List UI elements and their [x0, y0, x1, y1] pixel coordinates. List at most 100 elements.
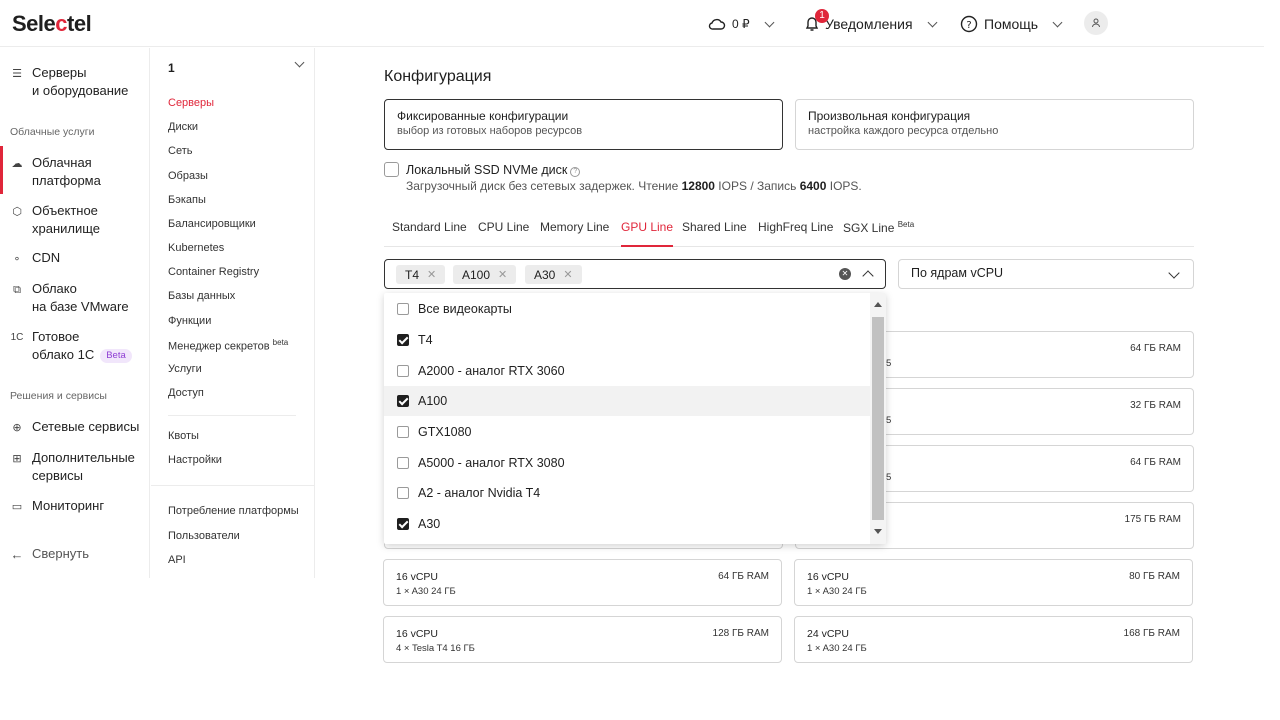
subnav-item-kubernetes[interactable]: Kubernetes	[168, 242, 224, 254]
option-checkbox[interactable]	[397, 426, 409, 438]
subnav-item-backups[interactable]: Бэкапы	[168, 194, 206, 206]
cdn-icon: ∘	[13, 253, 21, 265]
custom-config-option[interactable]: Произвольная конфигурация настройка кажд…	[795, 99, 1194, 150]
server-ram: 128 ГБ RAM	[712, 628, 769, 639]
option-label: Все видеокарты	[418, 302, 512, 316]
sidebar-item-object-storage[interactable]: ⬡ Объектное хранилище	[10, 202, 100, 238]
collapse-sidebar-button[interactable]: ← Свернуть	[10, 545, 90, 564]
sidebar-item-1c-cloud[interactable]: 1С Готовое облако 1С Beta	[10, 328, 132, 364]
read-iops: 12800	[681, 179, 715, 193]
subnav-item-access[interactable]: Доступ	[168, 387, 204, 399]
subnav-item-platform-usage[interactable]: Потребление платформы	[168, 505, 299, 517]
scroll-up-icon[interactable]	[874, 302, 882, 307]
sidebar-item-monitoring[interactable]: ▭ Мониторинг	[10, 497, 104, 516]
beta-sup: beta	[272, 338, 289, 347]
tab-standard-line[interactable]: Standard Line	[392, 220, 467, 247]
subnav-item-container-registry[interactable]: Container Registry	[168, 266, 259, 278]
close-icon[interactable]: ✕	[427, 268, 436, 281]
server-line-tabs: Standard Line CPU Line Memory Line GPU L…	[384, 218, 1194, 247]
sidebar-item-cloud-platform[interactable]: ☁ Облачная платформа	[10, 154, 101, 190]
selectel-logo[interactable]: Selectel	[12, 11, 92, 37]
sidebar-item-cdn[interactable]: ∘ CDN	[10, 249, 61, 268]
tab-cpu-line[interactable]: CPU Line	[478, 220, 529, 247]
option-subtitle: выбор из готовых наборов ресурсов	[397, 125, 583, 137]
server-config-card[interactable]: 16 vCPU 4 × Tesla T4 16 ГБ 128 ГБ RAM	[383, 616, 782, 663]
clear-icon[interactable]: ✕	[839, 268, 851, 280]
subnav-item-services[interactable]: Услуги	[168, 363, 202, 375]
tab-memory-line[interactable]: Memory Line	[540, 220, 609, 247]
tab-highfreq-line[interactable]: HighFreq Line	[758, 220, 833, 247]
label-line: Облако	[32, 281, 77, 296]
server-config-card[interactable]: 16 vCPU 1 × A30 24 ГБ 80 ГБ RAM	[794, 559, 1193, 606]
tab-shared-line[interactable]: Shared Line	[682, 220, 747, 247]
subnav-item-functions[interactable]: Функции	[168, 315, 211, 327]
scroll-down-icon[interactable]	[874, 529, 882, 534]
option-subtitle: настройка каждого ресурса отдельно	[808, 125, 999, 137]
server-gpu: 4 × Tesla T4 16 ГБ	[396, 643, 475, 654]
option-checkbox[interactable]	[397, 365, 409, 377]
subnav-item-images[interactable]: Образы	[168, 170, 208, 182]
tab-sgx-line[interactable]: SGX Line Beta	[843, 220, 914, 247]
option-checkbox[interactable]	[397, 334, 409, 346]
server-config-card[interactable]: 24 vCPU 1 × A30 24 ГБ 168 ГБ RAM	[794, 616, 1193, 663]
user-icon	[1092, 18, 1100, 28]
option-checkbox[interactable]	[397, 518, 409, 530]
subnav-item-network[interactable]: Сеть	[168, 145, 192, 157]
chip-label: A30	[534, 267, 556, 282]
sidebar-item-servers[interactable]: ☰ Серверы и оборудование	[10, 64, 128, 100]
option-checkbox[interactable]	[397, 395, 409, 407]
dropdown-option-gtx1080[interactable]: GTX1080	[384, 417, 870, 447]
balance-menu[interactable]: 0 ₽	[708, 13, 779, 35]
collapse-label: Свернуть	[32, 546, 90, 561]
dropdown-scrollbar[interactable]	[870, 293, 886, 544]
close-icon[interactable]: ✕	[563, 268, 572, 281]
fixed-config-option[interactable]: Фиксированные конфигурации выбор из гото…	[384, 99, 783, 150]
svg-text:?: ?	[966, 20, 971, 31]
help-icon[interactable]: ?	[570, 167, 581, 177]
dropdown-option-a5000[interactable]: A5000 - аналог RTX 3080	[384, 448, 870, 478]
main-sidebar: ☰ Серверы и оборудование Облачные услуги …	[0, 48, 150, 578]
subnav-item-api[interactable]: API	[168, 554, 186, 566]
option-checkbox[interactable]	[397, 487, 409, 499]
notifications-badge: 1	[815, 9, 829, 23]
page-scrollbar[interactable]	[1264, 0, 1280, 720]
dropdown-option-a2000[interactable]: A2000 - аналог RTX 3060	[384, 356, 870, 386]
dropdown-option-t4[interactable]: T4	[384, 325, 870, 355]
dropdown-option-a30[interactable]: A30	[384, 509, 870, 539]
subnav-item-servers[interactable]: Серверы	[168, 97, 214, 109]
subnav-item-balancers[interactable]: Балансировщики	[168, 218, 256, 230]
sidebar-item-vmware[interactable]: ⧉ Облако на базе VMware	[10, 280, 129, 316]
server-config-card[interactable]: 16 vCPU 1 × A30 24 ГБ 64 ГБ RAM	[383, 559, 782, 606]
subnav-item-quotas[interactable]: Квоты	[168, 430, 199, 442]
subnav-item-users[interactable]: Пользователи	[168, 530, 240, 542]
label-line: платформа	[32, 173, 101, 188]
sidebar-item-additional-services[interactable]: ⊞ Дополнительные сервисы	[10, 449, 135, 485]
sidebar-item-network-services[interactable]: ⊕ Сетевые сервисы	[10, 418, 139, 437]
section-title: Конфигурация	[384, 68, 492, 85]
tab-gpu-line[interactable]: GPU Line	[621, 220, 674, 247]
option-checkbox[interactable]	[397, 457, 409, 469]
close-icon[interactable]: ✕	[498, 268, 507, 281]
vmware-icon: ⧉	[13, 284, 21, 296]
user-avatar[interactable]	[1084, 11, 1108, 35]
dropdown-option-all[interactable]: Все видеокарты	[384, 294, 870, 324]
local-ssd-checkbox[interactable]	[384, 162, 399, 177]
notifications-menu[interactable]: 1 Уведомления	[805, 9, 942, 35]
divider	[168, 415, 296, 416]
scroll-thumb[interactable]	[872, 317, 884, 520]
subnav-item-disks[interactable]: Диски	[168, 121, 198, 133]
chevron-down-icon[interactable]	[294, 57, 305, 68]
subnav-item-settings[interactable]: Настройки	[168, 454, 222, 466]
gpu-filter-select[interactable]: T4 ✕ A100 ✕ A30 ✕ ✕	[384, 259, 886, 289]
help-menu[interactable]: ? Помощь	[960, 13, 1067, 35]
dropdown-option-a100[interactable]: A100	[384, 386, 870, 416]
subnav-item-databases[interactable]: Базы данных	[168, 290, 235, 302]
option-checkbox[interactable]	[397, 303, 409, 315]
write-iops: 6400	[799, 179, 827, 193]
subnav-item-secrets[interactable]: Менеджер секретов beta	[168, 338, 288, 353]
dropdown-option-a2[interactable]: A2 - аналог Nvidia T4	[384, 478, 870, 508]
chevron-up-icon[interactable]	[862, 270, 874, 282]
sort-select[interactable]: По ядрам vCPU	[898, 259, 1194, 289]
project-selector[interactable]: 1	[168, 61, 175, 75]
monitor-icon: ▭	[11, 501, 23, 513]
